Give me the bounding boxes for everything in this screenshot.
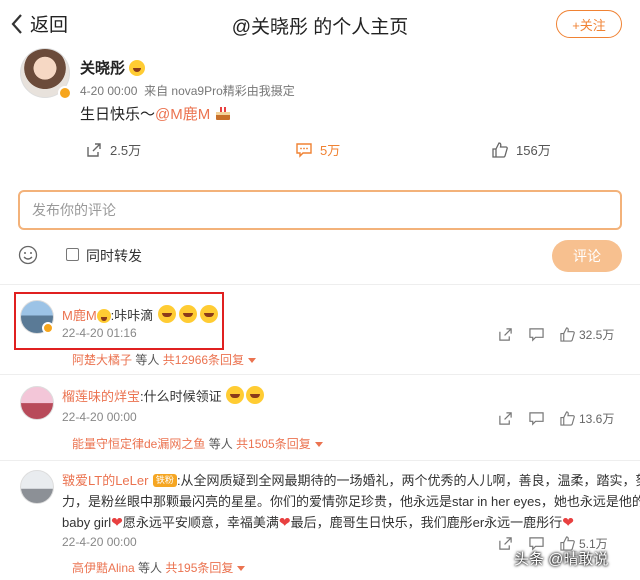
commenter-avatar[interactable] — [20, 470, 54, 504]
follow-button[interactable]: +关注 — [556, 10, 622, 38]
comment-action[interactable]: 5万 — [296, 140, 340, 159]
comment-like-count: 32.5万 — [579, 328, 615, 342]
reply-icon[interactable] — [529, 411, 544, 426]
chevron-down-icon — [248, 358, 257, 363]
grin-emoji-icon — [226, 386, 245, 404]
post-meta: 4-20 00:00 来自 nova9Pro精彩由我摄定 — [80, 82, 295, 99]
divider — [0, 460, 640, 461]
thumbs-up-icon[interactable] — [560, 411, 575, 426]
fan-tag-badge: 铁粉 — [152, 474, 177, 487]
top-bar: 返回 @关晓彤 的个人主页 +关注 — [0, 0, 640, 48]
cake-emoji-icon — [216, 107, 231, 120]
heart-emoji-icon: ❤ — [562, 514, 574, 530]
thumbs-up-icon — [492, 141, 508, 158]
reply-summary[interactable]: 阿楚大橘子 等人 共12966条回复 — [72, 351, 257, 368]
comment-count: 5万 — [320, 143, 341, 158]
chevron-down-icon — [237, 566, 246, 571]
comment-time: 22-4-20 00:00 — [62, 535, 137, 549]
comment-like-count: 13.6万 — [579, 412, 615, 426]
comment-icon — [296, 142, 312, 158]
thumbs-up-icon[interactable] — [560, 327, 575, 342]
submit-comment-button[interactable]: 评论 — [552, 240, 622, 272]
reply-summary[interactable]: 能量守恒定律de漏网之鱼 等人 共1505条回复 — [72, 435, 323, 452]
highlight-box — [14, 292, 224, 350]
post-text: 生日快乐～@M鹿M — [80, 103, 232, 124]
emoji-picker-icon[interactable] — [18, 245, 38, 265]
like-count: 156万 — [516, 143, 551, 158]
heart-emoji-icon: ❤ — [111, 514, 123, 530]
comment-input[interactable] — [32, 202, 608, 218]
share-icon[interactable] — [498, 411, 513, 426]
comment-text: :什么时候领证 — [140, 389, 222, 404]
repost-action[interactable]: 2.5万 — [86, 140, 141, 159]
comment-text-line-2: 力，是粉丝眼中那颗最闪亮的星星。你们的爱情弥足珍贵，他永远是star in he… — [62, 494, 640, 509]
compose-toolbar: 同时转发 评论 — [0, 240, 640, 272]
chevron-down-icon — [314, 442, 323, 447]
commenter-avatar[interactable] — [20, 386, 54, 420]
comment-actions: 13.6万 — [498, 410, 614, 427]
reply-summary[interactable]: 高伊黠Alina 等人 共195条回复 — [72, 559, 246, 576]
grin-emoji-icon — [246, 386, 265, 404]
repost-checkbox[interactable] — [66, 248, 79, 261]
commenter-name[interactable]: 皲爱LT的LeLer — [62, 473, 148, 488]
like-action[interactable]: 156万 — [492, 140, 551, 159]
divider — [0, 374, 640, 375]
heart-emoji-icon: ❤ — [278, 514, 291, 530]
watermark: 头条 @晴敢说 — [514, 551, 609, 568]
share-icon[interactable] — [498, 536, 513, 551]
post-source: 来自 nova9Pro精彩由我摄定 — [144, 84, 295, 98]
post-time: 4-20 00:00 — [80, 84, 138, 98]
page-title: @关晓彤 的个人主页 — [231, 17, 409, 38]
post-stats: 2.5万 5万 156万 — [0, 140, 640, 160]
divider — [0, 284, 640, 285]
verified-badge-icon — [58, 86, 72, 100]
comment-text-line-3: baby girl❤愿永远平安顺意，幸福美满❤最后，鹿哥生日快乐，我们鹿彤er永… — [62, 514, 574, 530]
comment-input-box[interactable] — [18, 190, 622, 230]
comment-time: 22-4-20 00:00 — [62, 410, 137, 424]
mention-link[interactable]: @M鹿M — [155, 106, 210, 123]
repost-checkbox-label: 同时转发 — [86, 248, 142, 264]
comment-actions: 32.5万 — [498, 326, 614, 343]
reply-icon[interactable] — [529, 327, 544, 342]
repost-count: 2.5万 — [110, 143, 142, 158]
author-name[interactable]: 关晓彤 — [80, 57, 146, 78]
commenter-name[interactable]: 榴莲味的烊宝 — [62, 389, 140, 404]
grin-emoji-icon — [129, 60, 146, 76]
share-icon — [87, 142, 101, 157]
comment-text-line-1: :从全网质疑到全网最期待的一场婚礼，两个优秀的人儿啊，善良，温柔，踏实，努 — [176, 473, 640, 488]
share-icon[interactable] — [498, 327, 513, 342]
